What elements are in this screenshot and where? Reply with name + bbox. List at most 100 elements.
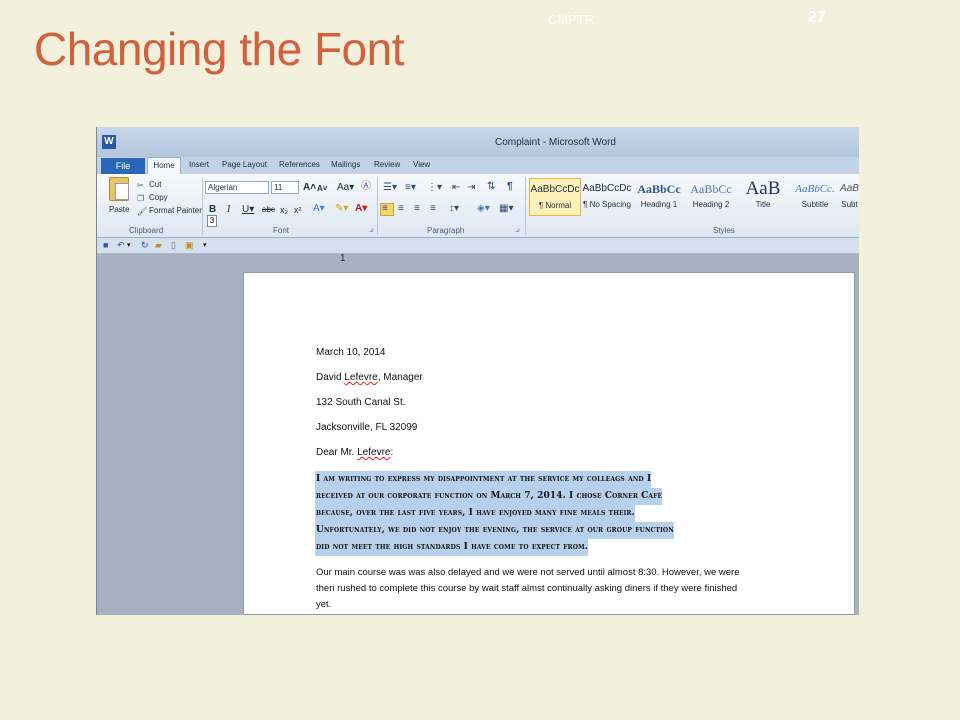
body-line: then rushed to complete this course by w… — [316, 583, 738, 594]
paste-icon[interactable] — [109, 177, 129, 201]
style-sample: AaB — [840, 183, 859, 194]
style-heading-1[interactable]: AaBbCc Heading 1 — [633, 178, 685, 216]
ribbon-home: Paste ✂ Cut ❐ Copy 🖌 Format Painter Clipboa… — [97, 174, 859, 238]
style-heading-2[interactable]: AaBbCc Heading 2 — [685, 178, 737, 216]
title-bar: W Complaint - Microsoft Word — [97, 127, 859, 157]
redo-icon[interactable]: ↻ — [141, 240, 152, 251]
copy-label: Copy — [149, 193, 168, 202]
grow-font-icon[interactable]: A˄ — [303, 182, 316, 194]
style-title[interactable]: AaB Title — [737, 178, 789, 216]
style-sample: AaBbCcDc — [582, 183, 632, 194]
paste-button[interactable]: Paste — [109, 205, 129, 214]
font-group-label: Font — [273, 226, 290, 235]
paragraph-group-label: Paragraph — [427, 226, 465, 235]
horizontal-ruler-marker: 1 — [340, 253, 346, 264]
word-screenshot: W Complaint - Microsoft Word File Home I… — [96, 127, 859, 615]
shrink-font-icon[interactable]: A˅ — [317, 183, 327, 195]
format-painter-button[interactable]: 🖌 Format Painter — [137, 206, 202, 216]
justify-icon[interactable]: ≡ — [430, 203, 436, 215]
tab-references[interactable]: References — [279, 160, 320, 169]
selected-line: Unfortunately, we did not enjoy the even… — [315, 522, 674, 539]
shading-icon[interactable]: ◈▾ — [477, 203, 490, 215]
tab-mailings[interactable]: Mailings — [331, 160, 360, 169]
recipient-first-name: David — [316, 372, 345, 383]
clear-formatting-icon[interactable]: Ⓐ — [361, 181, 371, 193]
letter-salutation: Dear Mr. Lefevre: — [316, 447, 393, 458]
word-app-icon[interactable]: W — [102, 135, 116, 149]
undo-dropdown-icon[interactable]: ▾ — [127, 240, 138, 251]
show-formatting-marks-icon[interactable]: ¶ — [507, 181, 513, 193]
selected-line: did not meet the high standards I have c… — [315, 539, 589, 556]
styles-group-label: Styles — [713, 226, 735, 235]
font-size-combobox[interactable]: 11 — [271, 181, 299, 194]
new-document-icon[interactable]: ▯ — [171, 240, 182, 251]
subscript-button[interactable]: x₂ — [280, 204, 288, 216]
open-folder-icon[interactable]: ▰ — [155, 240, 166, 251]
sort-icon[interactable]: ⇅ — [487, 181, 495, 193]
quick-access-toolbar: ■ ↶ ▾ ↻ ▰ ▯ ▣ ▾ — [97, 238, 859, 254]
customize-toolbar-icon[interactable]: ▾ — [203, 240, 214, 251]
font-color-icon[interactable]: A▾ — [355, 203, 367, 215]
font-dialog-launcher-icon[interactable]: ⊿ — [369, 225, 374, 237]
tab-review[interactable]: Review — [374, 160, 400, 169]
tab-insert[interactable]: Insert — [189, 160, 209, 169]
body-paragraph: Our main course was was also delayed and… — [316, 565, 776, 613]
print-icon[interactable]: ▣ — [185, 240, 196, 251]
tab-view[interactable]: View — [413, 160, 430, 169]
change-case-icon[interactable]: Aa▾ — [337, 182, 354, 194]
style-subtitle[interactable]: AaBbCc. Subtitle — [789, 178, 841, 216]
style-normal[interactable]: AaBbCcDc ¶ Normal — [529, 178, 581, 216]
vertical-ruler-marker: 3 — [207, 215, 217, 227]
body-line: Our main course was was also delayed and… — [316, 567, 740, 578]
align-right-icon[interactable]: ≡ — [414, 203, 420, 215]
slide-number: 27 — [808, 9, 826, 26]
align-center-icon[interactable]: ≡ — [398, 203, 404, 215]
underline-button[interactable]: U▾ — [242, 204, 254, 216]
style-name: Subt — [841, 200, 858, 209]
paragraph-dialog-launcher-icon[interactable]: ⊿ — [515, 225, 520, 237]
style-sample: AaBbCc — [690, 182, 732, 196]
copy-icon: ❐ — [137, 194, 145, 203]
copy-button[interactable]: ❐ Copy — [137, 193, 168, 203]
highlight-color-icon[interactable]: ✎▾ — [335, 203, 348, 215]
align-left-icon: ≡ — [382, 203, 388, 214]
save-icon[interactable]: ■ — [103, 240, 114, 251]
increase-indent-icon[interactable]: ⇥ — [467, 182, 475, 194]
style-sample: AaBbCc. — [795, 183, 835, 195]
style-no-spacing[interactable]: AaBbCcDc ¶ No Spacing — [581, 178, 633, 216]
style-name: Heading 1 — [640, 200, 678, 209]
group-divider — [202, 177, 203, 235]
style-sample: AaBbCcDc — [530, 184, 580, 195]
recipient-title: , Manager — [377, 372, 423, 383]
document-page[interactable]: March 10, 2014 David Lefevre, Manager 13… — [243, 272, 855, 615]
scissors-icon: ✂ — [137, 181, 144, 190]
multilevel-list-icon[interactable]: ⋮▾ — [427, 182, 442, 194]
line-spacing-icon[interactable]: ↕▾ — [449, 203, 459, 215]
style-name: ¶ Normal — [538, 201, 572, 210]
window-title: Complaint - Microsoft Word — [495, 137, 616, 148]
decrease-indent-icon[interactable]: ⇤ — [452, 182, 460, 194]
style-subtle-emphasis[interactable]: AaB Subt — [839, 178, 859, 216]
bullets-icon[interactable]: ☰▾ — [383, 182, 397, 194]
strikethrough-button[interactable]: abc — [262, 204, 275, 216]
selected-line: I am writing to express my disappointmen… — [315, 471, 652, 488]
superscript-button[interactable]: x² — [294, 204, 302, 216]
cut-button[interactable]: ✂ Cut — [137, 180, 161, 190]
borders-icon[interactable]: ▦▾ — [499, 203, 513, 215]
text-effects-icon[interactable]: A▾ — [313, 203, 325, 215]
tab-file[interactable]: File — [101, 158, 145, 174]
tab-page-layout[interactable]: Page Layout — [222, 160, 267, 169]
salutation-start: Dear Mr. — [316, 447, 358, 458]
slide-title: Changing the Font — [34, 23, 405, 75]
selected-paragraph[interactable]: I am writing to express my disappointmen… — [315, 471, 674, 565]
letter-date: March 10, 2014 — [316, 347, 386, 358]
font-name-combobox[interactable]: Algerian — [205, 181, 269, 194]
italic-button[interactable]: I — [227, 204, 230, 216]
style-sample: AaB — [745, 178, 781, 199]
tab-home[interactable]: Home — [147, 157, 181, 175]
letter-city: Jacksonville, FL 32099 — [316, 422, 418, 433]
numbering-icon[interactable]: ≡▾ — [405, 182, 416, 194]
style-name: Subtitle — [801, 200, 829, 209]
selected-line: because, over the last five years, I hav… — [315, 505, 635, 522]
paintbrush-icon: 🖌 — [137, 207, 148, 216]
